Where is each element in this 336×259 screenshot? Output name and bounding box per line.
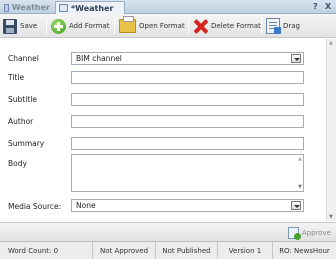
drag-button[interactable]: Drag: [266, 17, 300, 35]
title-input[interactable]: [71, 71, 304, 84]
drag-icon: [266, 18, 281, 34]
tab-label: *Weather: [71, 3, 114, 13]
add-format-label: Add Format: [69, 22, 110, 30]
media-source-value: None: [76, 201, 96, 210]
save-label: Save: [20, 22, 38, 30]
approval-status: Not Approved: [92, 242, 155, 259]
open-format-label: Open Format: [139, 22, 185, 30]
toolbar-separator: [46, 18, 47, 34]
scroll-up-icon[interactable]: ▲: [298, 156, 302, 162]
toolbar-separator: [188, 18, 189, 34]
approve-label: Approve: [301, 228, 331, 237]
delete-x-icon: [193, 19, 208, 34]
author-input[interactable]: [71, 115, 304, 128]
scroll-down-icon[interactable]: ▼: [329, 214, 333, 220]
media-source-label: Media Source:: [8, 202, 62, 211]
toolbar: Save Add Format Open Format Delete Forma…: [0, 14, 336, 38]
approve-bar: Approve: [0, 222, 336, 241]
author-label: Author: [8, 117, 34, 126]
add-format-button[interactable]: Add Format: [51, 17, 109, 35]
save-button[interactable]: Save: [3, 17, 37, 35]
delete-format-button[interactable]: Delete Format: [193, 17, 261, 35]
channel-select[interactable]: BIM channel: [71, 52, 304, 65]
delete-format-label: Delete Format: [211, 22, 261, 30]
status-bar: Word Count: 0 Not Approved Not Published…: [0, 241, 336, 259]
title-label: Title: [8, 73, 25, 82]
folder-open-icon: [119, 16, 136, 33]
toolbar-separator: [261, 18, 262, 34]
toolbar-separator: [114, 18, 115, 34]
tab-weather[interactable]: Weather: [1, 1, 53, 14]
rundown-status: RO: NewsHour: [272, 242, 336, 259]
body-textarea[interactable]: ▲ ▼: [71, 154, 304, 192]
approve-button[interactable]: Approve: [287, 226, 331, 240]
summary-input[interactable]: [71, 137, 304, 150]
drag-label: Drag: [283, 22, 301, 30]
tab-bar: Weather *Weather ? X: [0, 0, 336, 14]
channel-value: BIM channel: [76, 54, 122, 63]
save-icon: [3, 18, 17, 34]
open-format-button[interactable]: Open Format: [119, 16, 185, 35]
version-status: Version 1: [217, 242, 272, 259]
close-button[interactable]: X: [325, 2, 331, 11]
body-label: Body: [8, 159, 27, 168]
subtitle-input[interactable]: [71, 93, 304, 106]
chevron-down-icon[interactable]: [291, 54, 301, 63]
summary-label: Summary: [8, 139, 45, 148]
tab-weather-edited[interactable]: *Weather: [55, 1, 125, 14]
story-form: Channel BIM channel Title Subtitle Autho…: [0, 39, 326, 214]
subtitle-label: Subtitle: [8, 95, 37, 104]
publish-status: Not Published: [155, 242, 217, 259]
help-button[interactable]: ?: [313, 2, 318, 11]
scroll-up-icon[interactable]: ▲: [329, 40, 333, 46]
channel-label: Channel: [8, 54, 39, 63]
chevron-down-icon[interactable]: [291, 201, 301, 210]
media-source-select[interactable]: None: [71, 199, 304, 212]
approve-icon: [287, 226, 301, 240]
scroll-down-icon[interactable]: ▼: [298, 184, 302, 190]
tab-label: Weather: [11, 3, 50, 12]
add-icon: [51, 18, 66, 34]
document-icon: [59, 4, 68, 12]
document-icon: [4, 3, 9, 12]
word-count-status: Word Count: 0: [8, 247, 59, 255]
vertical-scrollbar[interactable]: ▲ ▼: [326, 39, 336, 221]
